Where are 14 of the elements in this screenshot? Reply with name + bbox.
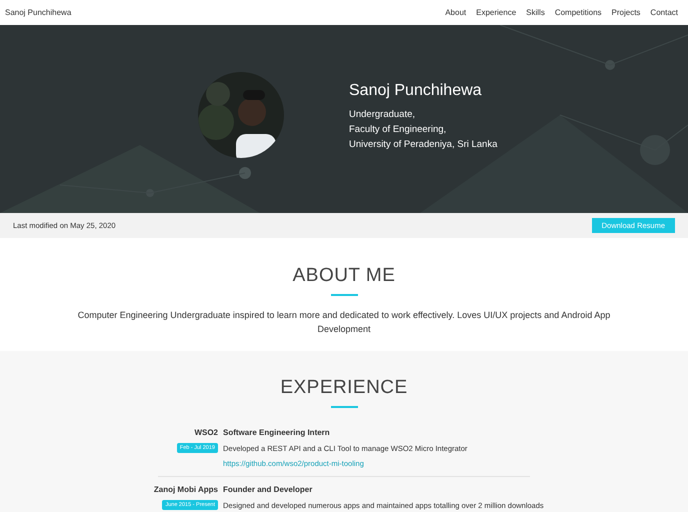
nav-link[interactable]: Projects [612, 6, 640, 18]
company-name: WSO2 [194, 426, 218, 438]
nav-link[interactable]: About [445, 6, 466, 18]
nav-link[interactable]: Competitions [554, 6, 602, 18]
company-name: Zanoj Mobi Apps [154, 484, 218, 496]
brand-link[interactable]: Sanoj Punchihewa [5, 6, 72, 18]
job-title: Software Engineering Intern [223, 426, 331, 438]
nav-link[interactable]: Experience [476, 6, 516, 18]
about-text: Computer Engineering Undergraduate inspired to learn more and dedicated to work effectively. Loves UI/UX projects and Android App Development [76, 308, 612, 336]
section-heading: EXPERIENCE [280, 376, 408, 400]
section-heading: ABOUT ME [292, 264, 396, 288]
nav-link[interactable]: Contact [650, 6, 678, 18]
nav-link[interactable]: Skills [526, 6, 545, 18]
job-title: Founder and Developer [223, 484, 314, 496]
